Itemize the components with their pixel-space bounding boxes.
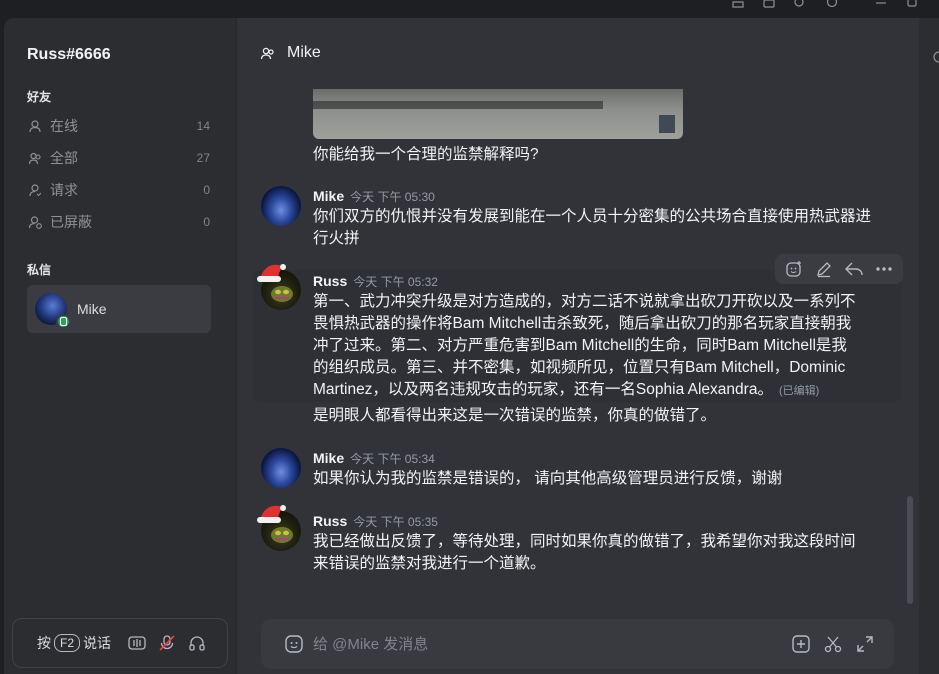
scrollbar-thumb[interactable] xyxy=(907,496,913,604)
headphones-icon[interactable] xyxy=(187,633,207,653)
character-face-icon xyxy=(271,286,293,302)
message-composer xyxy=(261,619,894,669)
sidebar-item-count: 0 xyxy=(203,215,210,229)
message-timestamp: 今天 下午 05:32 xyxy=(353,275,438,289)
users-icon xyxy=(261,45,277,61)
inbox-icon[interactable] xyxy=(731,0,745,10)
sidebar-item-blocked[interactable]: 已屏蔽 0 xyxy=(28,209,210,235)
message-line: 我已经做出反馈了，等待处理，同时如果你真的做错了，我希望你对我这段时间 xyxy=(313,533,856,550)
push-to-talk-key: F2 xyxy=(54,634,81,652)
sticker-icon[interactable] xyxy=(283,633,305,655)
user-request-icon xyxy=(28,183,42,197)
voice-bar: 按 F2 说话 xyxy=(12,618,228,668)
avatar[interactable] xyxy=(257,505,301,551)
message-timestamp: 今天 下午 05:30 xyxy=(350,190,435,204)
users-icon xyxy=(28,151,42,165)
message-text: 第一、武力冲突升级是对方造成的，对方二话不说就拿出砍刀开砍以及一系列不 畏惧热武… xyxy=(313,291,879,402)
maximize-icon[interactable] xyxy=(905,0,919,10)
dm-section-label: 私信 xyxy=(27,263,52,277)
sidebar-item-count: 0 xyxy=(203,183,210,197)
sidebar-item-online[interactable]: 在线 14 xyxy=(28,113,210,139)
sidebar-item-label: 已屏蔽 xyxy=(50,214,92,230)
avatar xyxy=(35,293,71,329)
sidebar-item-label: 请求 xyxy=(50,182,78,198)
sidebar-item-label: 在线 xyxy=(50,118,78,134)
message-text: 我已经做出反馈了，等待处理，同时如果你真的做错了，我希望你对我这段时间 来错误的… xyxy=(313,531,879,575)
sidebar: Russ#6666 好友 在线 14 全部 27 请求 0 已屏蔽 0 私信 M… xyxy=(4,18,236,674)
character-face-icon xyxy=(271,527,293,543)
user-title[interactable]: Russ#6666 xyxy=(27,46,111,64)
message-text: 你们双方的仇恨并没有发展到能在一个人员十分密集的公共场合直接使用热武器进行火拼 xyxy=(313,208,872,247)
gift-icon[interactable] xyxy=(762,0,776,10)
mic-muted-icon[interactable] xyxy=(157,633,177,653)
user-blocked-icon xyxy=(28,215,42,229)
more-icon[interactable] xyxy=(873,258,895,280)
sidebar-item-count: 14 xyxy=(196,119,210,133)
message-text: 是明眼人都看得出来这是一次错误的监禁，你真的做错了。 xyxy=(313,407,717,424)
message-line: 畏惧热武器的操作将Bam Mitchell击杀致死，随后拿出砍刀的那名玩家直接朝… xyxy=(313,315,852,332)
image-caption-strip xyxy=(313,101,603,109)
dm-item-label: Mike xyxy=(77,301,107,317)
message-line: Martinez，以及两名违规攻击的玩家，还有一名Sophia Alexandr… xyxy=(313,381,773,398)
push-to-talk-suffix: 说话 xyxy=(83,635,112,651)
sidebar-item-all[interactable]: 全部 27 xyxy=(28,145,210,171)
message-text: 如果你认为我的监禁是错误的， 请向其他高级管理员进行反馈，谢谢 xyxy=(313,470,783,487)
message-header: Mike 今天 下午 05:30 xyxy=(313,188,435,205)
message-header: Mike 今天 下午 05:34 xyxy=(313,450,435,467)
avatar[interactable] xyxy=(257,264,301,310)
message-line: 第一、武力冲突升级是对方造成的，对方二话不说就拿出砍刀开砍以及一系列不 xyxy=(313,293,856,310)
minimize-icon[interactable] xyxy=(874,0,888,10)
user-icon xyxy=(28,119,42,133)
edited-label: (已编辑) xyxy=(778,385,820,397)
title-bar xyxy=(0,0,939,14)
avatar[interactable] xyxy=(261,186,301,226)
mobile-status-icon xyxy=(56,314,71,329)
dm-item-mike[interactable]: Mike xyxy=(27,285,211,333)
voice-wave-icon[interactable] xyxy=(127,633,147,653)
message-author[interactable]: Russ xyxy=(313,273,347,289)
message-timestamp: 今天 下午 05:35 xyxy=(353,515,438,529)
avatar[interactable] xyxy=(261,448,301,488)
message-input[interactable] xyxy=(313,635,790,653)
santa-hat-icon xyxy=(257,505,286,523)
message-line: 冲了过来。第二、对方严重危害到Bam Mitchell的生命，同时Bam Mit… xyxy=(313,337,847,354)
message-author[interactable]: Mike xyxy=(313,450,344,466)
friends-section-label: 好友 xyxy=(27,90,52,104)
sidebar-item-count: 27 xyxy=(196,151,210,165)
add-reaction-icon[interactable] xyxy=(783,258,805,280)
message-text: 你能给我一个合理的监禁解释吗? xyxy=(313,146,539,163)
message-header: Russ 今天 下午 05:32 xyxy=(313,273,438,290)
help-icon[interactable] xyxy=(825,0,839,10)
santa-hat-icon xyxy=(257,264,286,282)
reply-icon[interactable] xyxy=(843,258,865,280)
message-line: 的组织成员。第三、并不密集，如视频所见，位置只有Bam Mitchell，Dom… xyxy=(313,359,846,376)
search-icon[interactable] xyxy=(793,0,807,10)
message-timestamp: 今天 下午 05:34 xyxy=(350,452,435,466)
message-author[interactable]: Mike xyxy=(313,188,344,204)
sidebar-item-label: 全部 xyxy=(50,150,78,166)
right-panel-edge xyxy=(919,18,939,674)
message-line-last: Martinez，以及两名违规攻击的玩家，还有一名Sophia Alexandr… xyxy=(313,379,879,402)
panel-toggle-icon[interactable] xyxy=(933,50,939,64)
image-attachment[interactable] xyxy=(313,89,683,139)
channel-header: Mike xyxy=(261,44,321,62)
push-to-talk-prefix: 按 xyxy=(37,635,51,651)
channel-title: Mike xyxy=(287,44,321,61)
chat-area: Mike 你能给我一个合理的监禁解释吗? Mike 今天 下午 05:30 你们… xyxy=(236,18,919,674)
message-line: 来错误的监禁对我进行一个道歉。 xyxy=(313,555,546,572)
message-author[interactable]: Russ xyxy=(313,513,347,529)
edit-icon[interactable] xyxy=(813,258,835,280)
add-attachment-icon[interactable] xyxy=(790,633,812,655)
scissors-icon[interactable] xyxy=(822,633,844,655)
expand-icon[interactable] xyxy=(854,633,876,655)
app-window: Russ#6666 好友 在线 14 全部 27 请求 0 已屏蔽 0 私信 M… xyxy=(0,0,939,674)
message-header: Russ 今天 下午 05:35 xyxy=(313,513,438,530)
image-window-detail xyxy=(659,115,675,133)
message-actions-toolbar xyxy=(775,254,903,284)
sidebar-item-requests[interactable]: 请求 0 xyxy=(28,177,210,203)
